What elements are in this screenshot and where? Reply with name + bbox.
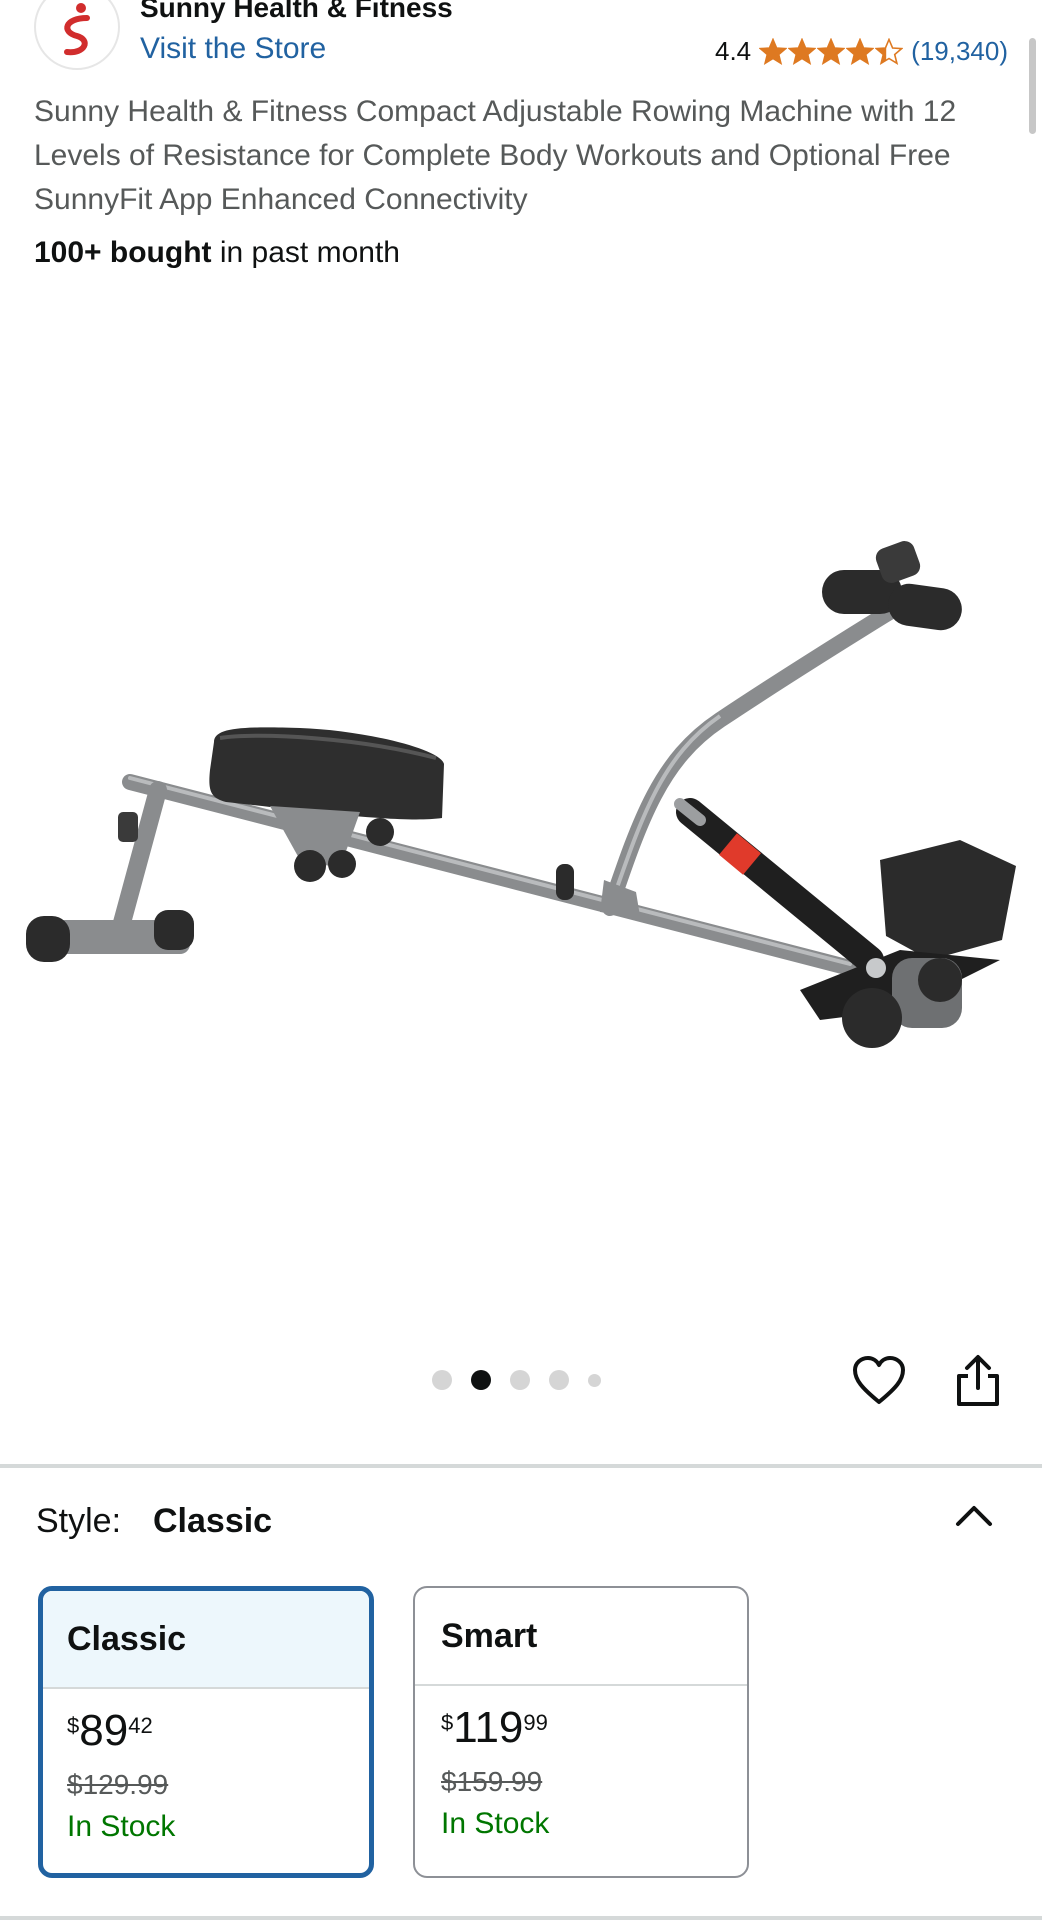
- option-availability: In Stock: [67, 1810, 176, 1843]
- heart-icon: [853, 1356, 905, 1404]
- carousel-dot[interactable]: [549, 1370, 569, 1390]
- rating-value: 4.4: [715, 36, 752, 66]
- chevron-up-icon: [956, 1506, 992, 1526]
- brand-name[interactable]: Sunny Health & Fitness: [140, 0, 453, 24]
- price-symbol: $: [67, 1713, 80, 1738]
- style-option-classic[interactable]: Classic $ 89 42 $129.99 In Stock: [38, 1586, 374, 1878]
- style-collapse-button[interactable]: [952, 1498, 996, 1532]
- price-whole: 89: [79, 1706, 129, 1755]
- sunny-logo-icon: [64, 3, 90, 56]
- option-list-price: $129.99: [67, 1769, 169, 1800]
- option-availability: In Stock: [441, 1807, 550, 1840]
- style-selected-value: Classic: [153, 1502, 273, 1540]
- bottom-divider: [0, 1916, 1042, 1920]
- option-name: Classic: [43, 1591, 369, 1689]
- star-icon: [875, 37, 904, 65]
- carousel-dot[interactable]: [510, 1370, 530, 1390]
- style-label: Style:: [36, 1502, 122, 1540]
- option-name: Smart: [415, 1588, 747, 1686]
- carousel-dot[interactable]: [588, 1373, 601, 1387]
- price-fraction: 99: [523, 1710, 548, 1735]
- visit-store-link[interactable]: Visit the Store: [140, 32, 326, 66]
- price-symbol: $: [441, 1710, 454, 1735]
- star-rating: [759, 37, 904, 66]
- option-price: $ 119 99: [441, 1706, 747, 1762]
- bought-in-past-month: 100+ bought in past month: [34, 236, 400, 270]
- section-divider: [0, 1464, 1042, 1468]
- image-carousel-dots[interactable]: [432, 1370, 601, 1390]
- product-title: Sunny Health & Fitness Compact Adjustabl…: [34, 95, 957, 216]
- rowing-machine-image[interactable]: [0, 520, 1042, 1060]
- price-fraction: 42: [128, 1713, 153, 1738]
- share-icon: [957, 1355, 999, 1406]
- rating-summary[interactable]: 4.4 (19,340): [715, 36, 1008, 67]
- scrollbar[interactable]: [1029, 38, 1036, 134]
- price-whole: 119: [453, 1703, 524, 1752]
- bought-count: 100+ bought: [34, 236, 212, 269]
- bought-suffix: in past month: [211, 236, 400, 269]
- brand-logo[interactable]: [34, 0, 120, 70]
- star-icon: [817, 37, 846, 65]
- share-button[interactable]: [954, 1354, 1002, 1408]
- carousel-dot[interactable]: [471, 1370, 491, 1390]
- style-option-smart[interactable]: Smart $ 119 99 $159.99 In Stock: [413, 1586, 749, 1878]
- carousel-dot[interactable]: [432, 1370, 452, 1390]
- star-icon: [846, 37, 875, 65]
- review-count-link[interactable]: (19,340): [911, 36, 1008, 67]
- star-icon: [788, 37, 817, 65]
- star-icon: [759, 37, 788, 65]
- option-list-price: $159.99: [441, 1766, 543, 1797]
- option-price: $ 89 42: [67, 1709, 369, 1765]
- wishlist-button[interactable]: [852, 1356, 906, 1406]
